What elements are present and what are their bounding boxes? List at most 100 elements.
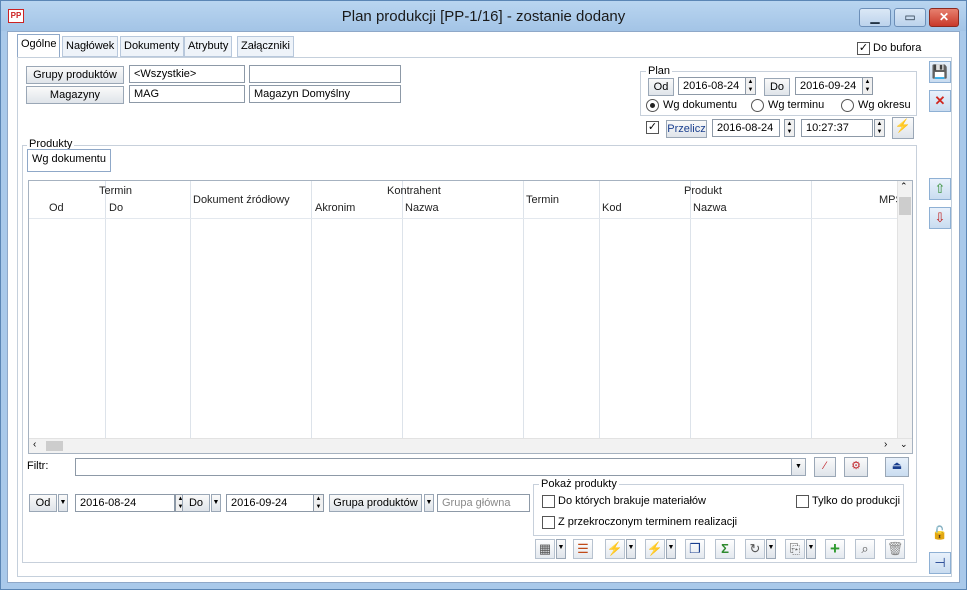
- przelicz-checkbox[interactable]: ✓: [646, 121, 659, 134]
- cancel-icon[interactable]: ✕: [929, 90, 951, 112]
- scroll-left-icon[interactable]: ‹: [33, 439, 36, 450]
- bottom-do-dropdown[interactable]: ▼: [211, 494, 221, 512]
- collapse-panel-icon[interactable]: ⏏: [885, 457, 909, 477]
- wg-terminu-label: Wg terminu: [768, 99, 825, 111]
- tab-zalaczniki[interactable]: Załączniki: [237, 36, 294, 57]
- scroll-down-icon[interactable]: ⌄: [900, 439, 908, 450]
- przelicz-date[interactable]: 2016-08-24: [712, 119, 780, 137]
- scroll-up-icon[interactable]: ⌃: [900, 181, 908, 192]
- grupy-desc-field[interactable]: [249, 65, 401, 83]
- plan-od-date[interactable]: 2016-08-24: [678, 77, 746, 95]
- columns-icon[interactable]: ☰: [573, 539, 593, 559]
- upload-icon[interactable]: ⇧: [929, 178, 951, 200]
- col-header-mps[interactable]: MPS: [879, 194, 899, 206]
- tab-ogolne[interactable]: Ogólne: [17, 34, 61, 58]
- save-icon[interactable]: 💾: [929, 61, 951, 83]
- filter-settings-icon[interactable]: ⚙: [844, 457, 868, 477]
- bottom-do-date[interactable]: 2016-09-24: [226, 494, 324, 512]
- tylko-do-produkcji-checkbox[interactable]: [796, 495, 809, 508]
- magazyny-button[interactable]: Magazyny: [26, 86, 124, 104]
- products-grid[interactable]: Termin Kontrahent Produkt Od Do Dokument…: [28, 180, 913, 454]
- do-bufora-label: Do bufora: [873, 42, 922, 54]
- przekroczony-termin-label: Z przekroczonym terminem realizacji: [558, 516, 738, 528]
- hscroll-thumb[interactable]: [46, 441, 63, 451]
- plan-od-button[interactable]: Od: [648, 78, 674, 96]
- grid-vertical-scrollbar[interactable]: ⌃: [897, 181, 912, 439]
- bottom-od-button[interactable]: Od: [29, 494, 57, 512]
- help-wizard-icon[interactable]: ⚡: [892, 117, 914, 139]
- bottom-do-spinner[interactable]: ▲ ▼: [313, 494, 324, 512]
- grupa-dropdown[interactable]: ▼: [424, 494, 434, 512]
- close-button[interactable]: ✕: [929, 8, 959, 27]
- magazyn-code-field[interactable]: MAG: [129, 85, 245, 103]
- przelicz-time[interactable]: 10:27:37: [801, 119, 873, 137]
- col-header-termin[interactable]: Termin: [526, 194, 559, 206]
- tylko-do-produkcji-label: Tylko do produkcji: [812, 495, 901, 507]
- filtr-input[interactable]: [75, 458, 805, 476]
- pokaz-produkty-legend: Pokaż produkty: [539, 478, 619, 490]
- document-icon[interactable]: ❐: [685, 539, 705, 559]
- do-bufora-checkbox[interactable]: ✓: [857, 42, 870, 55]
- przelicz-time-spinner[interactable]: ▲ ▼: [874, 119, 885, 137]
- scroll-right-icon[interactable]: ›: [884, 439, 887, 450]
- brak-materialow-label: Do których brakuje materiałów: [558, 495, 706, 507]
- lightning-green-icon[interactable]: ⚡: [645, 539, 665, 559]
- plan-do-spinner[interactable]: ▲ ▼: [862, 77, 873, 95]
- col-header-do[interactable]: Do: [109, 202, 123, 214]
- export-dropdown[interactable]: ▼: [806, 539, 816, 559]
- przelicz-button[interactable]: Przelicz: [666, 120, 707, 138]
- grupy-value-field[interactable]: <Wszystkie>: [129, 65, 245, 83]
- lightning-green-dropdown[interactable]: ▼: [666, 539, 676, 559]
- grid-group-termin: Termin: [99, 185, 133, 197]
- brak-materialow-checkbox[interactable]: [542, 495, 555, 508]
- grupa-produktow-button[interactable]: Grupa produktów: [329, 494, 422, 512]
- lightning-orange-icon[interactable]: ⚡: [605, 539, 625, 559]
- col-header-od[interactable]: Od: [49, 202, 64, 214]
- plan-do-button[interactable]: Do: [764, 78, 790, 96]
- plan-do-date[interactable]: 2016-09-24: [795, 77, 863, 95]
- wg-dokumentu-radio[interactable]: [646, 99, 659, 112]
- wg-okresu-radio[interactable]: [841, 99, 854, 112]
- filtr-dropdown[interactable]: ▼: [791, 458, 806, 476]
- wg-terminu-radio[interactable]: [751, 99, 764, 112]
- maximize-button[interactable]: ▭: [894, 8, 926, 27]
- przekroczony-termin-checkbox[interactable]: [542, 516, 555, 529]
- grid-group-kontrahent: Kontrahent: [387, 185, 441, 197]
- export-icon[interactable]: ⎘: [785, 539, 805, 559]
- pin-icon[interactable]: ⊣: [929, 552, 951, 574]
- col-header-nazwa-kontrahent[interactable]: Nazwa: [405, 202, 439, 214]
- lightning-orange-dropdown[interactable]: ▼: [626, 539, 636, 559]
- col-header-dokument[interactable]: Dokument źródłowy: [193, 194, 290, 206]
- clear-filter-icon[interactable]: ⁄: [814, 457, 836, 477]
- magazyn-name-field[interactable]: Magazyn Domyślny: [249, 85, 401, 103]
- pokaz-produkty-group: [533, 484, 904, 536]
- add-icon[interactable]: +: [825, 539, 845, 559]
- search-icon[interactable]: ⌕: [855, 539, 875, 559]
- bottom-od-dropdown[interactable]: ▼: [58, 494, 68, 512]
- vscroll-thumb[interactable]: [899, 197, 911, 215]
- delete-icon[interactable]: 🗑: [885, 539, 905, 559]
- bottom-od-date[interactable]: 2016-08-24: [75, 494, 175, 512]
- przelicz-date-spinner[interactable]: ▲ ▼: [784, 119, 795, 137]
- grid-settings-icon[interactable]: ▦: [535, 539, 555, 559]
- grupa-value-field[interactable]: Grupa główna: [437, 494, 530, 512]
- tab-wg-dokumentu[interactable]: Wg dokumentu: [27, 149, 111, 172]
- grid-settings-dropdown[interactable]: ▼: [556, 539, 566, 559]
- client-area: Ogólne Nagłówek Dokumenty Atrybuty Załąc…: [7, 31, 960, 583]
- magnet-dropdown[interactable]: ▼: [766, 539, 776, 559]
- col-header-akronim[interactable]: Akronim: [315, 202, 355, 214]
- download-icon[interactable]: ⇩: [929, 207, 951, 229]
- bottom-do-button[interactable]: Do: [182, 494, 210, 512]
- minimize-button[interactable]: ▁: [859, 8, 891, 27]
- sigma-icon[interactable]: Σ: [715, 539, 735, 559]
- tab-dokumenty[interactable]: Dokumenty: [120, 36, 184, 57]
- col-header-kod[interactable]: Kod: [602, 202, 622, 214]
- plan-od-spinner[interactable]: ▲ ▼: [745, 77, 756, 95]
- tab-atrybuty[interactable]: Atrybuty: [184, 36, 233, 57]
- tab-naglowek[interactable]: Nagłówek: [62, 36, 119, 57]
- grupy-produktow-button[interactable]: Grupy produktów: [26, 66, 124, 84]
- col-header-nazwa-produkt[interactable]: Nazwa: [693, 202, 727, 214]
- lock-icon[interactable]: 🔓: [929, 522, 951, 544]
- magnet-icon[interactable]: ↻: [745, 539, 765, 559]
- grid-horizontal-scrollbar[interactable]: ‹ › ⌄: [29, 438, 912, 453]
